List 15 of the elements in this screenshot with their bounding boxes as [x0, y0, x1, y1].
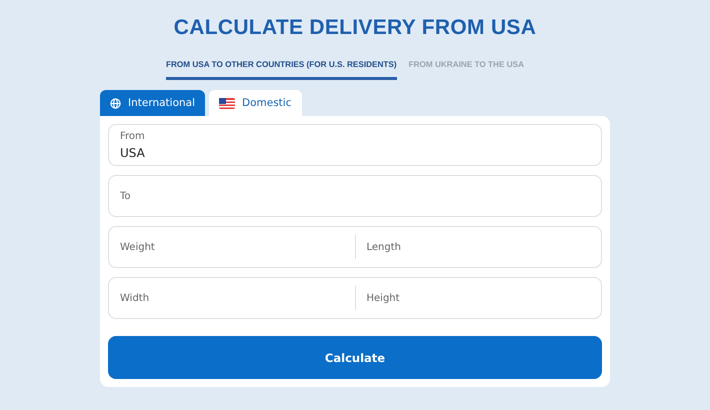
input-field[interactable]: Length: [356, 226, 602, 268]
input-field[interactable]: Width: [108, 277, 354, 319]
mode-tab[interactable]: International: [100, 90, 206, 116]
field-value: USA: [120, 146, 145, 160]
flag-icon: [219, 98, 236, 108]
route-tab[interactable]: FROM USA TO OTHER COUNTRIES (FOR U.S. RESIDENTS): [166, 60, 397, 80]
to-field[interactable]: To: [108, 175, 602, 217]
page-title: CALCULATE DELIVERY FROM USA: [174, 16, 536, 40]
field-label: From: [120, 130, 146, 142]
input-field[interactable]: Height: [356, 277, 602, 319]
mode-tab[interactable]: Domestic: [209, 90, 302, 116]
globe-icon: [110, 98, 121, 108]
input-field[interactable]: Weight: [108, 226, 354, 268]
calculate-button[interactable]: Calculate: [108, 336, 602, 379]
from-field[interactable]: From USA: [108, 124, 602, 166]
